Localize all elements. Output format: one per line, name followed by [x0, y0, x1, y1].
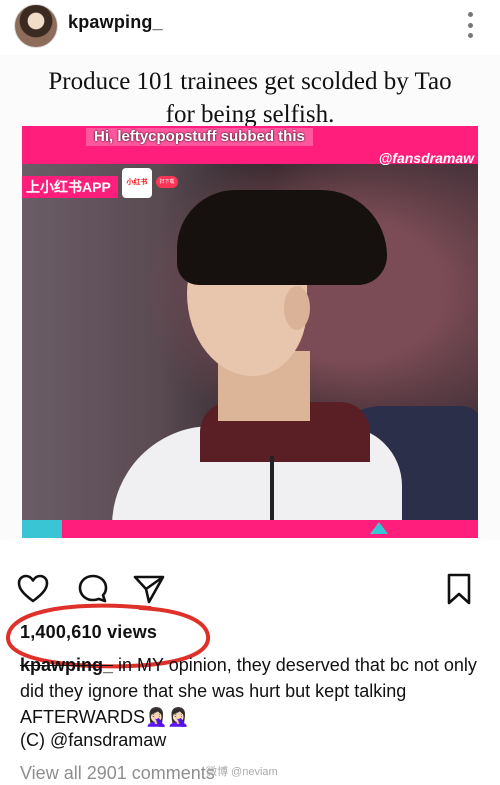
bottom-teal-block: [22, 520, 62, 538]
weibo-watermark: 微博 @neviam: [206, 766, 278, 778]
headline-line-1: Produce 101 trainees get scolded by Tao: [48, 68, 452, 95]
more-options-icon[interactable]: [468, 12, 474, 38]
app-download-badge: 扫下载: [156, 176, 178, 188]
meme-headline: Produce 101 trainees get scolded by Tao …: [0, 65, 500, 131]
video-watermark: @fansdramaw: [378, 150, 474, 166]
post-header: kpawping_: [0, 0, 500, 50]
app-tag: 上小红书APP: [22, 176, 118, 198]
comment-icon[interactable]: [76, 572, 110, 606]
person-hair: [177, 190, 387, 285]
post-image[interactable]: Produce 101 trainees get scolded by Tao …: [0, 55, 500, 540]
bookmark-icon[interactable]: [442, 572, 476, 606]
post-caption: kpawping_ in MY opinion, they deserved t…: [20, 652, 484, 730]
caption-username[interactable]: kpawping_: [20, 655, 113, 675]
subtitle-credit: Hi, leftycpopstuff subbed this: [86, 128, 313, 146]
username[interactable]: kpawping_: [68, 12, 163, 33]
bottom-triangle-marker: [370, 522, 388, 534]
bottom-pink-band: [22, 520, 478, 538]
caption-credit: (C) @fansdramaw: [20, 730, 167, 750]
share-icon[interactable]: [132, 572, 166, 606]
heart-icon[interactable]: [16, 572, 50, 606]
avatar[interactable]: [14, 4, 58, 48]
view-all-comments-link[interactable]: View all 2901 comments: [20, 763, 215, 784]
view-count[interactable]: 1,400,610 views: [20, 622, 157, 643]
person-ear: [284, 286, 310, 330]
action-bar: [0, 570, 500, 610]
app-badge: 小红书: [122, 168, 152, 198]
video-frame: Hi, leftycpopstuff subbed this @fansdram…: [22, 126, 478, 538]
